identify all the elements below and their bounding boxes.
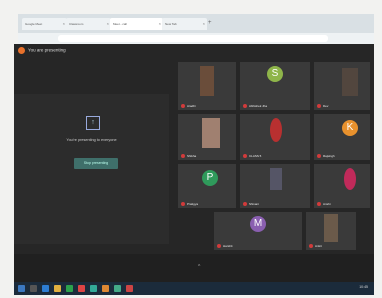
- store-icon[interactable]: [66, 285, 73, 292]
- participant-video: [342, 68, 358, 96]
- participant-tile[interactable]: Dev: [314, 62, 370, 110]
- presenting-banner: You are presenting: [18, 47, 66, 54]
- present-icon: [18, 47, 25, 54]
- close-tab-icon[interactable]: ×: [63, 18, 65, 30]
- participant-tile[interactable]: S Abhishek Jha: [240, 62, 310, 110]
- participant-avatar: M: [250, 216, 266, 232]
- participant-tile[interactable]: Shikha: [178, 114, 236, 160]
- participant-video: [270, 168, 282, 190]
- stop-presenting-button[interactable]: Stop presenting: [74, 158, 118, 169]
- close-tab-icon[interactable]: ×: [159, 18, 161, 30]
- mic-off-icon: [217, 244, 221, 248]
- app-icon[interactable]: [78, 285, 85, 292]
- browser-tab-4[interactable]: New Tab ×: [162, 18, 207, 30]
- meeting-controls-bar: ^: [14, 254, 374, 282]
- chrome-icon[interactable]: [114, 285, 121, 292]
- participant-video: [202, 118, 220, 148]
- presentation-pane: ↑ You're presenting to everyone Stop pre…: [14, 94, 169, 244]
- participant-tile[interactable]: P Pratigya: [178, 164, 236, 208]
- participant-video: [200, 66, 214, 96]
- participant-tile[interactable]: Aradhi: [178, 62, 236, 110]
- os-taskbar: 10:45: [14, 282, 374, 295]
- mic-off-icon: [243, 154, 247, 158]
- folder-icon[interactable]: [54, 285, 61, 292]
- app-icon[interactable]: [126, 285, 133, 292]
- search-icon[interactable]: [30, 285, 37, 292]
- participant-tile[interactable]: CLASS 5: [240, 114, 310, 160]
- browser-tab-2[interactable]: Classroom ×: [66, 18, 111, 30]
- mic-off-icon: [243, 202, 247, 206]
- browser-tab-1[interactable]: Google Meet ×: [22, 18, 67, 30]
- address-bar-row: [18, 33, 374, 44]
- participant-avatar: S: [267, 66, 283, 82]
- mic-off-icon: [317, 104, 321, 108]
- participant-tile[interactable]: Shivani: [240, 164, 310, 208]
- tab-strip: Google Meet × Classroom × Meet - call × New…: [18, 14, 374, 33]
- mic-off-icon: [317, 154, 321, 158]
- mic-off-icon: [181, 202, 185, 206]
- close-tab-icon[interactable]: ×: [107, 18, 109, 30]
- participant-tile[interactable]: M Harshit: [214, 212, 302, 250]
- new-tab-button[interactable]: +: [208, 20, 212, 26]
- share-message: You're presenting to everyone: [66, 138, 117, 142]
- participant-avatar: P: [202, 170, 218, 186]
- start-icon[interactable]: [18, 285, 25, 292]
- participant-avatar: K: [342, 120, 358, 136]
- address-bar[interactable]: [58, 35, 328, 42]
- participant-tile[interactable]: Anshi: [314, 164, 370, 208]
- present-screen-icon: ↑: [86, 116, 100, 130]
- app-icon[interactable]: [90, 285, 97, 292]
- app-icon[interactable]: [102, 285, 109, 292]
- browser-tab-active[interactable]: Meet - call ×: [110, 18, 163, 30]
- mic-off-icon: [309, 244, 313, 248]
- close-tab-icon[interactable]: ×: [203, 18, 205, 30]
- participant-tile[interactable]: K Rajsingh: [314, 114, 370, 160]
- edge-icon[interactable]: [42, 285, 49, 292]
- taskbar-clock: 10:45: [359, 285, 368, 289]
- participant-video: [270, 118, 282, 142]
- mic-off-icon: [181, 154, 185, 158]
- participant-video: [324, 214, 338, 242]
- browser-window: Google Meet × Classroom × Meet - call × New…: [0, 0, 382, 298]
- meet-stage: You are presenting ↑ You're presenting t…: [14, 44, 374, 282]
- expand-controls-icon[interactable]: ^: [198, 264, 200, 270]
- mic-off-icon: [181, 104, 185, 108]
- mic-off-icon: [243, 104, 247, 108]
- participant-tile[interactable]: Ankit: [306, 212, 356, 250]
- participant-video: [344, 168, 356, 190]
- mic-off-icon: [317, 202, 321, 206]
